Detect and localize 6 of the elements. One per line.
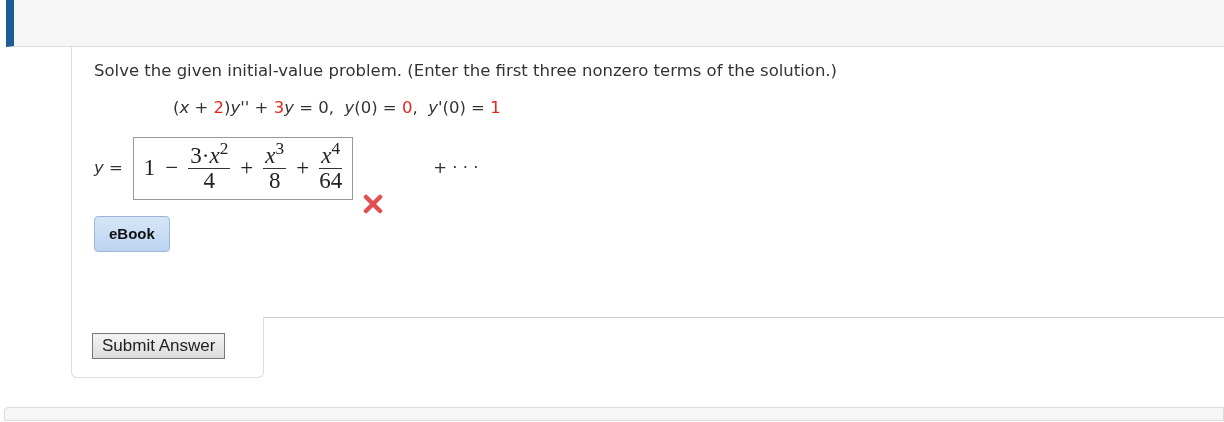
answer-label: y = [94,156,123,179]
instruction-text: Solve the given initial-value problem. (Enter the first three nonzero terms of the solution.) [94,60,839,82]
ebook-button[interactable]: eBook [94,215,170,253]
equation: (x + 2)y'' + 3y = 0, y(0) = 0, y'(0) = 1 [173,97,501,117]
series-continuation: + · · · [433,156,479,179]
submit-answer-button[interactable]: Submit Answer [92,333,226,360]
